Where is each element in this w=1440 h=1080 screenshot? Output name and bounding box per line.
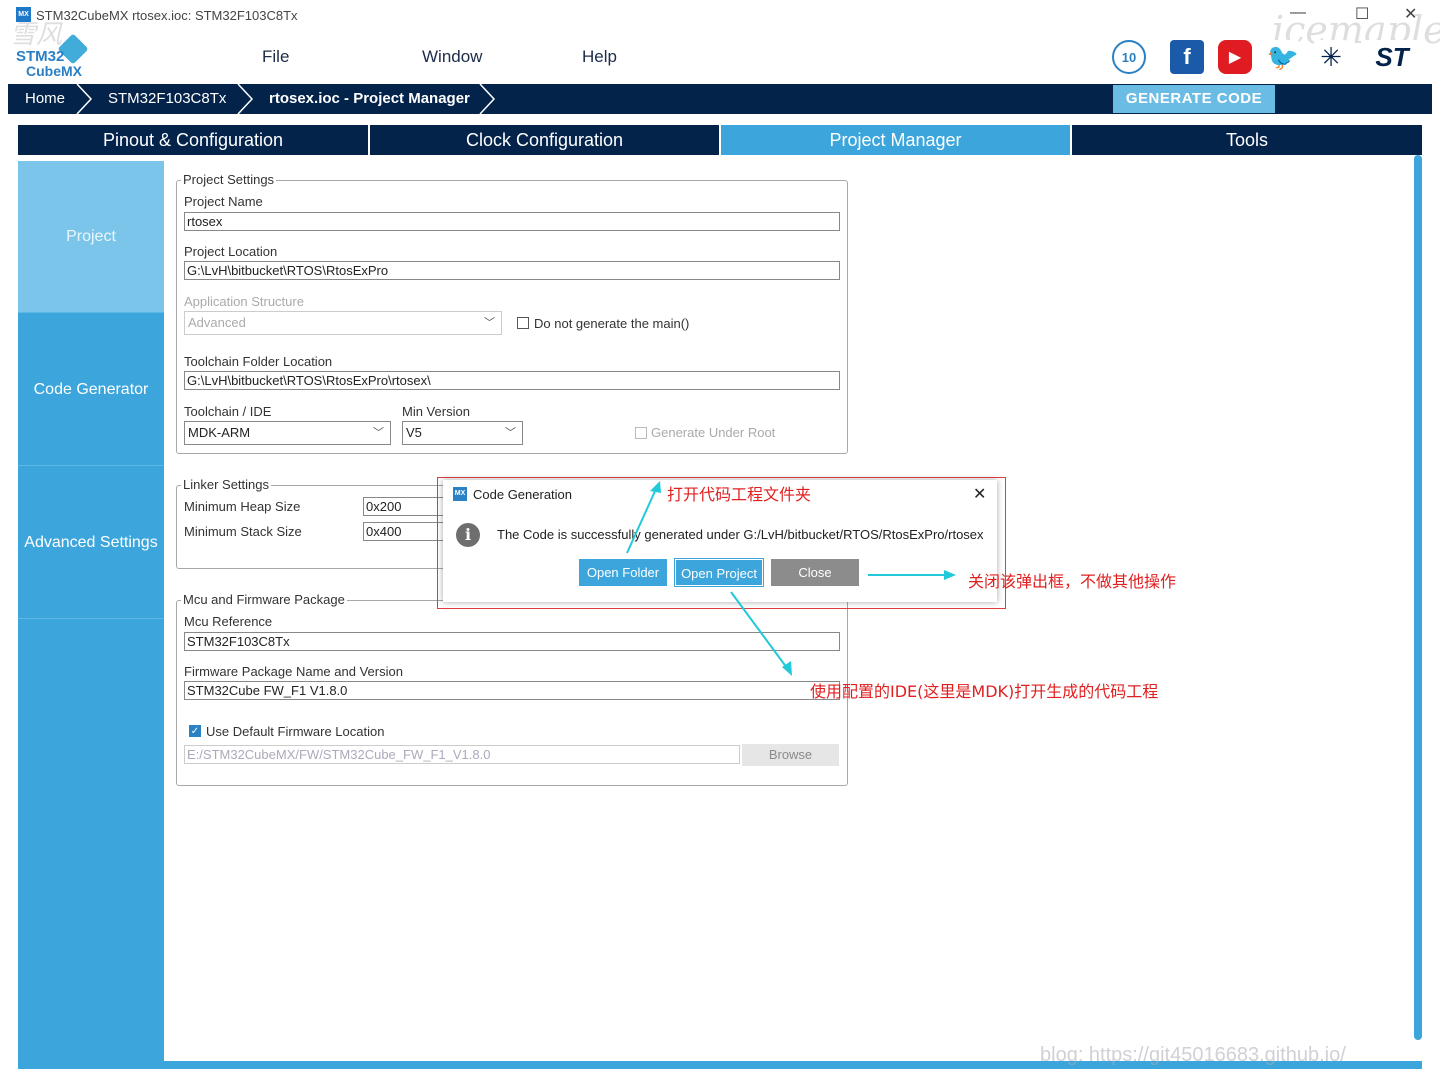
arrow-to-folder-note	[626, 481, 661, 554]
close-annotation: 关闭该弹出框，不做其他操作	[968, 572, 1177, 591]
open-project-annotation: 使用配置的IDE(这里是MDK)打开生成的代码工程	[810, 682, 1159, 701]
watermark-bottom: blog: https://git45016683.github.io/	[1040, 1044, 1346, 1066]
annotation-arrows	[626, 481, 956, 676]
arrow-to-close-note	[868, 570, 956, 580]
open-folder-annotation: 打开代码工程文件夹	[667, 485, 812, 504]
arrow-to-project-note	[730, 591, 792, 676]
